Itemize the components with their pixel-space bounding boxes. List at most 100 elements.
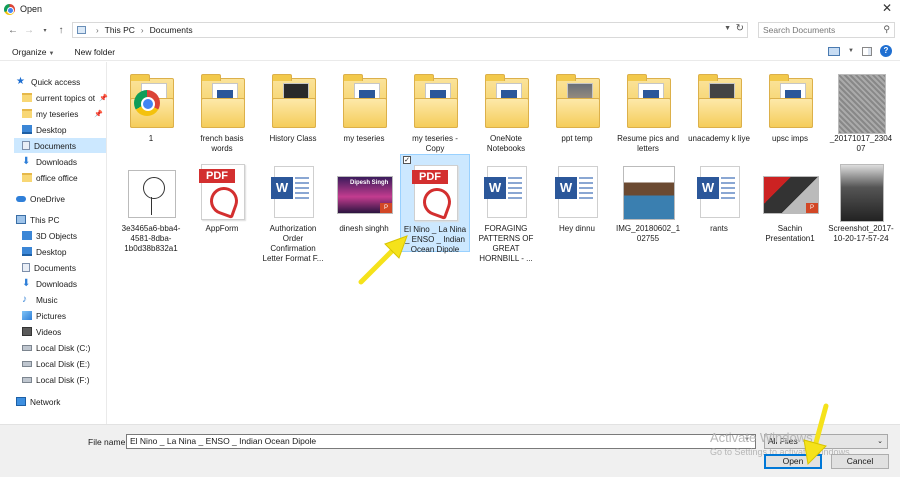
file-label: upsc imps xyxy=(771,134,808,143)
file-item-onenote-notebooks[interactable]: OneNote Notebooks xyxy=(471,64,541,162)
word-file-icon: W xyxy=(692,162,746,220)
file-item-el-nino-selected[interactable]: ✓ PDF El Nino _ La Nina _ ENSO _ Indian … xyxy=(400,154,470,254)
sidebar-item-label: Pictures xyxy=(36,310,66,321)
sidebar-item-quick-access[interactable]: ★ Quick access xyxy=(16,74,120,89)
sidebar-item-label: Documents xyxy=(34,140,76,151)
recent-dropdown-icon[interactable]: ▾ xyxy=(38,27,52,34)
file-label: Hey dinnu xyxy=(558,224,596,233)
sidebar-item-label: OneDrive xyxy=(30,193,66,204)
help-icon[interactable]: ? xyxy=(880,45,892,57)
file-item-sachin-presentation[interactable]: P Sachin Presentation1 xyxy=(755,154,825,252)
folder-icon xyxy=(621,72,675,130)
ppt-thumbnail: P xyxy=(763,162,819,220)
command-bar: Organize ▼ New folder ▼ ? xyxy=(0,43,900,61)
image-thumbnail xyxy=(834,162,888,222)
file-item-foraging-patterns[interactable]: W FORAGING PATTERNS OF GREAT HORNBILL - … xyxy=(471,154,541,263)
sidebar-item-this-pc[interactable]: This PC xyxy=(16,212,120,227)
file-item-rants[interactable]: W rants xyxy=(684,154,754,252)
file-item-3e3465a6[interactable]: 3e3465a6-bba4-4581-8dba-1b0d38b832a1 xyxy=(116,154,186,253)
new-folder-button[interactable]: New folder xyxy=(74,47,115,57)
sidebar-item-label: Local Disk (C:) xyxy=(36,342,91,353)
address-row: ← → ▾ ↑ › This PC › Documents ▼ ↻ Search… xyxy=(0,20,900,40)
cancel-button[interactable]: Cancel xyxy=(831,454,889,469)
open-button[interactable]: Open xyxy=(764,454,822,469)
organize-button[interactable]: Organize ▼ xyxy=(12,47,54,57)
folder-icon xyxy=(479,72,533,130)
chevron-down-icon[interactable]: ▼ xyxy=(724,25,731,32)
pdf-badge: PDF xyxy=(412,170,448,184)
search-input[interactable]: Search Documents ⚲ xyxy=(758,22,895,38)
forward-arrow-icon[interactable]: → xyxy=(22,25,36,36)
file-item-my-teseries[interactable]: my teseries xyxy=(329,64,399,162)
folder-icon xyxy=(195,72,249,130)
file-item-resume-pics[interactable]: Resume pics and letters xyxy=(613,64,683,162)
download-icon: ⬇ xyxy=(22,278,31,289)
search-placeholder: Search Documents xyxy=(763,25,836,35)
disk-icon xyxy=(22,344,32,351)
folder-icon xyxy=(337,72,391,130)
folder-icon xyxy=(763,72,817,130)
file-item-upsc-imps[interactable]: upsc imps xyxy=(755,64,825,162)
file-name-input[interactable]: El Nino _ La Nina _ ENSO _ Indian Ocean … xyxy=(126,434,756,449)
folder-icon xyxy=(22,93,32,102)
back-arrow-icon[interactable]: ← xyxy=(6,25,20,36)
preview-pane-icon[interactable] xyxy=(862,46,872,56)
file-label: Sachin Presentation1 xyxy=(765,224,815,243)
computer-icon xyxy=(16,215,26,224)
file-item-img-20180602[interactable]: IMG_20180602_102755 xyxy=(613,154,683,252)
folder-icon xyxy=(124,72,178,130)
objects-3d-icon xyxy=(22,231,32,240)
navigation-pane: ★ Quick access current topics ot 📌 my tese… xyxy=(0,62,108,424)
file-item-french-basis-words[interactable]: french basis words xyxy=(187,64,257,162)
up-arrow-icon[interactable]: ↑ xyxy=(54,25,68,36)
cloud-icon xyxy=(16,195,26,202)
file-label: Authorization Order Confirmation Letter … xyxy=(262,224,324,263)
sidebar-item-label: Downloads xyxy=(36,156,78,167)
star-icon: ★ xyxy=(16,76,25,87)
file-item-ppt-temp[interactable]: ppt temp xyxy=(542,64,612,162)
folder-icon xyxy=(22,173,32,182)
chevron-down-icon: ▼ xyxy=(48,50,55,57)
sidebar-item-label: 3D Objects xyxy=(36,230,78,241)
sidebar-item-label: Videos xyxy=(36,326,62,337)
sidebar-item-onedrive[interactable]: OneDrive xyxy=(16,191,120,206)
title-bar: Open ✕ xyxy=(0,0,900,18)
folder-icon xyxy=(408,72,462,130)
file-label: _20171017_230407 xyxy=(829,134,893,153)
sidebar-item-label: Downloads xyxy=(36,278,78,289)
sidebar-item-label: Documents xyxy=(34,262,76,273)
view-controls: ▼ ? xyxy=(828,45,892,57)
download-icon: ⬇ xyxy=(22,156,31,167)
refresh-icon[interactable]: ↻ xyxy=(736,23,744,34)
image-thumbnail xyxy=(124,162,178,220)
file-item-hey-dinnu[interactable]: W Hey dinnu xyxy=(542,154,612,252)
breadcrumb-documents[interactable]: Documents xyxy=(150,25,193,35)
breadcrumb-this-pc[interactable]: This PC xyxy=(105,25,135,35)
network-icon xyxy=(16,397,26,406)
chevron-right-icon: › xyxy=(140,25,144,35)
file-item-screenshot-2017[interactable]: Screenshot_2017-10-20-17-57-24 xyxy=(826,154,896,252)
sidebar-item-label: Music xyxy=(36,294,58,305)
file-item-20171017[interactable]: _20171017_230407 xyxy=(826,64,896,162)
file-name-label: File name: xyxy=(88,437,128,447)
file-item-unacademy[interactable]: unacademy k liye xyxy=(684,64,754,162)
checkbox-checked-icon[interactable]: ✓ xyxy=(403,156,411,164)
disk-icon xyxy=(22,360,32,367)
chevron-right-icon: › xyxy=(96,25,99,35)
chevron-down-icon: ⌄ xyxy=(877,438,883,445)
change-view-icon[interactable] xyxy=(828,46,841,56)
file-item-appform[interactable]: PDF AppForm xyxy=(187,154,257,252)
sidebar-item-documents-quick[interactable]: Documents xyxy=(14,138,106,153)
folder-icon xyxy=(22,109,32,118)
chevron-down-icon[interactable]: ▼ xyxy=(848,48,854,54)
close-icon[interactable]: ✕ xyxy=(882,1,892,15)
sidebar-item-network[interactable]: Network xyxy=(16,394,120,409)
file-item-1[interactable]: 1 xyxy=(116,64,186,162)
address-bar[interactable]: › This PC › Documents ▼ ↻ xyxy=(72,22,748,38)
file-item-dinesh-singhh[interactable]: Dipesh Singh P dinesh singhh xyxy=(329,154,399,252)
file-item-my-teseries-copy[interactable]: my teseries - Copy xyxy=(400,64,470,162)
file-item-authorization-letter[interactable]: W Authorization Order Confirmation Lette… xyxy=(258,154,328,263)
file-item-history-class[interactable]: History Class xyxy=(258,64,328,162)
pdf-badge: PDF xyxy=(199,169,235,183)
file-label: french basis words xyxy=(200,134,244,153)
